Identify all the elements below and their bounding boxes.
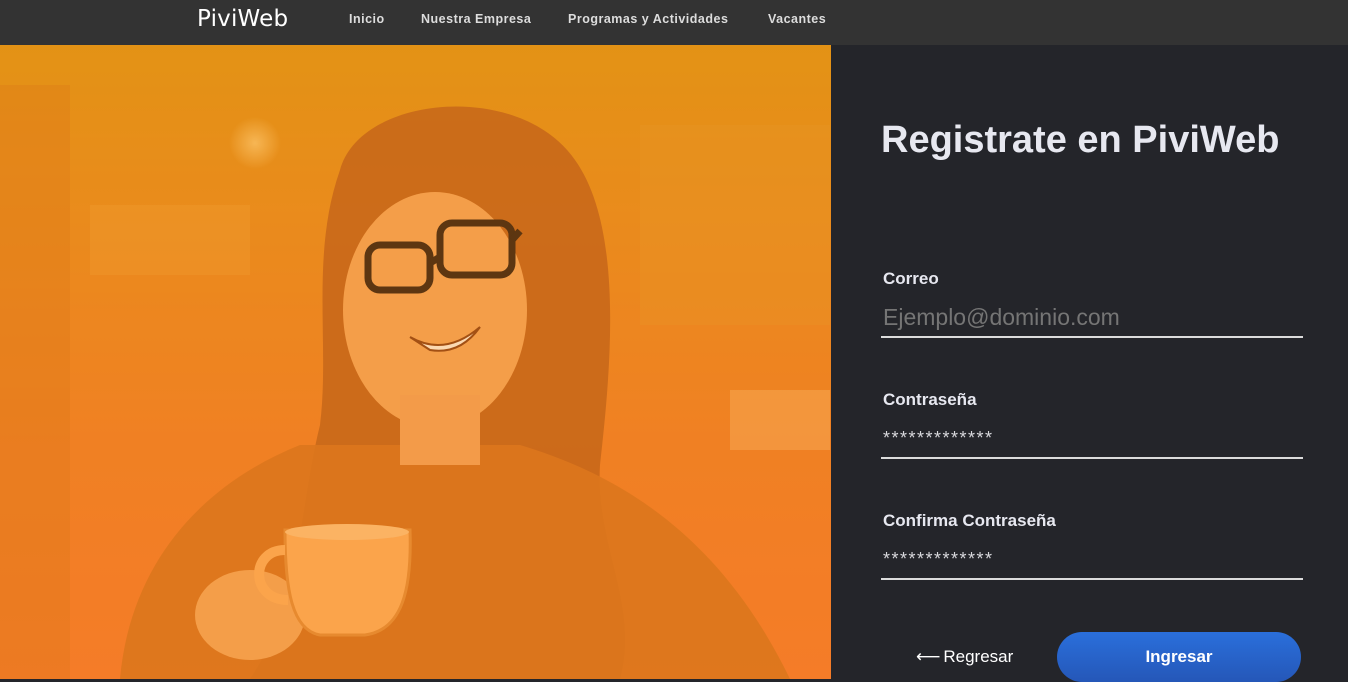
color-overlay (0, 45, 831, 679)
password-field[interactable] (881, 419, 1303, 459)
form-title: Registrate en PiviWeb (881, 119, 1280, 161)
confirm-password-field[interactable] (881, 540, 1303, 580)
email-field[interactable] (881, 298, 1303, 338)
email-label: Correo (883, 269, 939, 288)
back-button[interactable]: ⟵ Regresar (916, 647, 1013, 667)
nav-link-inicio[interactable]: Inicio (349, 12, 385, 26)
hero-image (0, 45, 831, 679)
submit-button[interactable]: Ingresar (1057, 632, 1301, 682)
brand-logo[interactable]: PiviWeb (197, 6, 288, 32)
nav-link-vacantes[interactable]: Vacantes (768, 12, 826, 26)
nav-link-programas-actividades[interactable]: Programas y Actividades (568, 12, 728, 26)
password-label: Contraseña (883, 390, 977, 409)
top-navbar: PiviWeb Inicio Nuestra Empresa Programas… (0, 0, 1348, 45)
register-panel: Registrate en PiviWeb Correo Contraseña … (831, 45, 1348, 682)
back-button-label: Regresar (943, 647, 1014, 666)
confirm-password-label: Confirma Contraseña (883, 511, 1056, 530)
hero-photo-illustration (0, 45, 831, 679)
arrow-left-icon: ⟵ (916, 647, 941, 666)
nav-link-nuestra-empresa[interactable]: Nuestra Empresa (421, 12, 531, 26)
